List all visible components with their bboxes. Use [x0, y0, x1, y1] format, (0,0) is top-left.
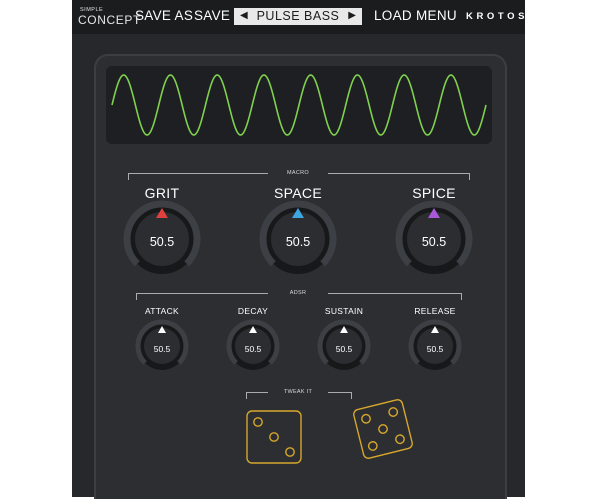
- dice-icon: [246, 399, 413, 464]
- randomize-dice-button[interactable]: [72, 0, 525, 497]
- plugin-window: SIMPLE CONCEPT SAVE AS SAVE ◀ PULSE BASS…: [72, 0, 525, 499]
